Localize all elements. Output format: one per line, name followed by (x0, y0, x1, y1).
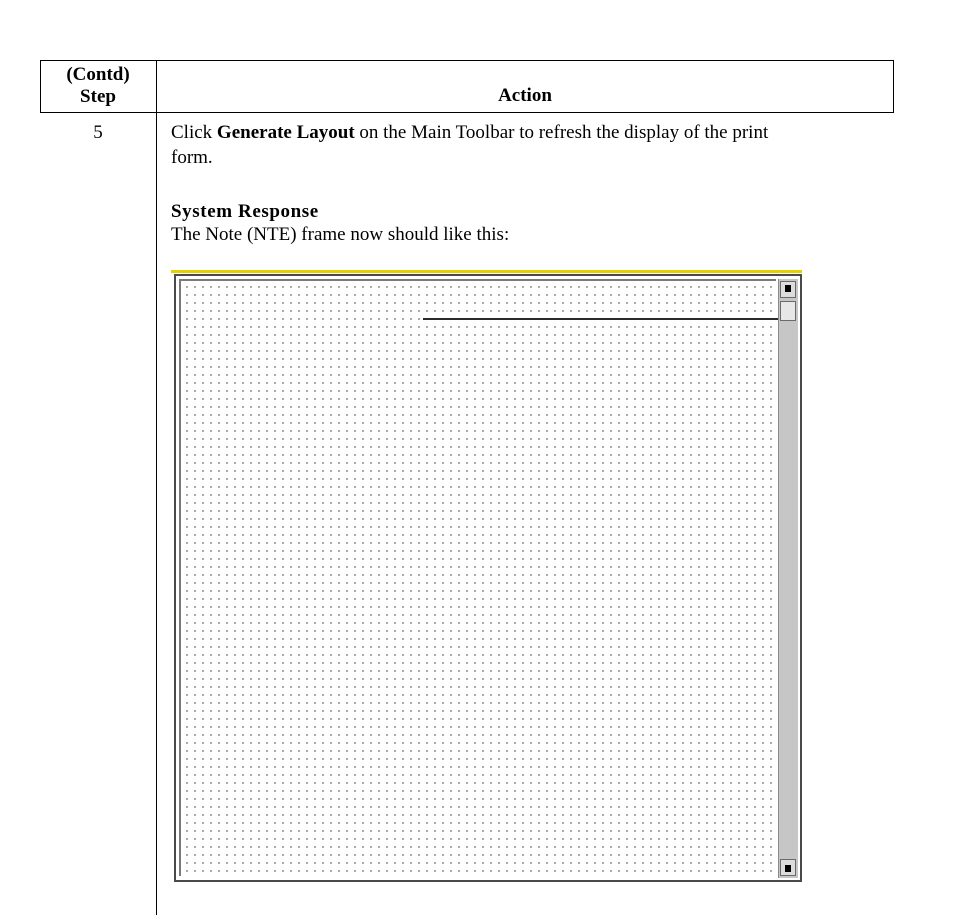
frame-title-bar (171, 270, 802, 273)
action-column-header: Action (498, 85, 552, 106)
vertical-scrollbar[interactable] (778, 279, 798, 878)
table-top-border (40, 60, 894, 61)
step-number: 5 (93, 122, 103, 143)
header-bottom-border (40, 112, 894, 113)
step-column-header: (Contd) Step (40, 64, 156, 108)
generate-layout-term: Generate Layout (216, 122, 355, 143)
system-response-text: The Note (NTE) frame now should like thi… (171, 224, 510, 245)
layout-grid-canvas (179, 279, 780, 876)
scroll-up-button[interactable] (780, 281, 796, 298)
step-header-label: Step (80, 86, 116, 107)
system-response-heading: System Response (171, 201, 319, 222)
scroll-thumb[interactable] (780, 301, 796, 321)
arrow-down-icon (785, 865, 791, 872)
instruction-prefix: Click (171, 122, 217, 143)
scroll-down-button[interactable] (780, 859, 796, 876)
form-field-line (423, 318, 780, 320)
step-header-contd: (Contd) (66, 64, 130, 85)
step-instruction: Click Generate Layout on the Main Toolba… (171, 120, 791, 170)
column-divider (156, 60, 157, 915)
arrow-up-icon (785, 285, 791, 292)
nte-frame-screenshot (174, 274, 802, 882)
table-right-border (893, 60, 894, 112)
